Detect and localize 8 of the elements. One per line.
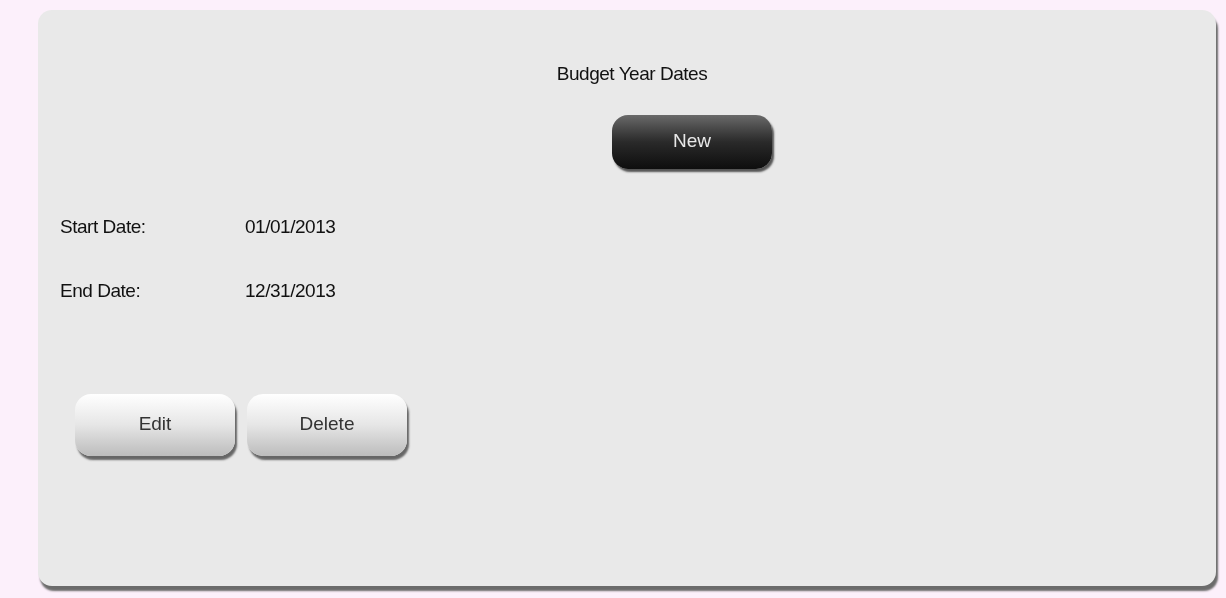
field-label: End Date: — [60, 279, 142, 303]
new-button[interactable]: New — [612, 114, 772, 169]
field-value: 01/01/2013 — [245, 214, 336, 239]
field-value: 12/31/2013 — [245, 279, 336, 303]
action-button[interactable]: Delete — [247, 393, 407, 456]
panel-title: Budget Year Dates — [556, 62, 708, 86]
field-label: Start Date: — [60, 214, 147, 239]
action-button[interactable]: Edit — [75, 393, 235, 456]
